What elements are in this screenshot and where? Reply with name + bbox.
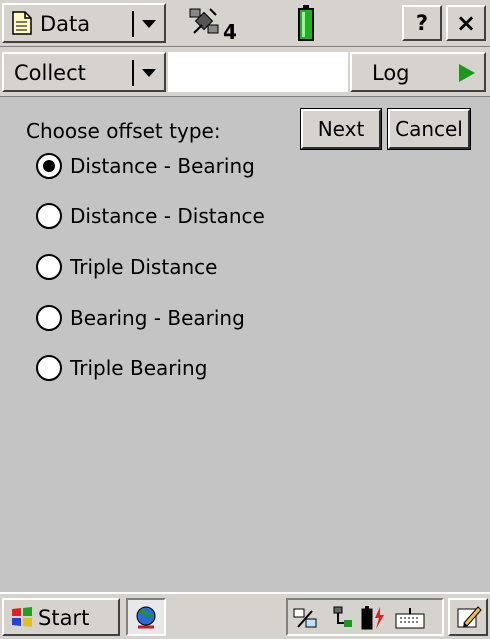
radio-button[interactable] (36, 153, 62, 179)
radio-label: Distance - Distance (70, 204, 265, 228)
chevron-down-icon (142, 20, 156, 28)
radio-option-bearing-bearing[interactable]: Bearing - Bearing (36, 301, 245, 335)
mode-label: Collect (14, 61, 86, 85)
start-label: Start (38, 606, 90, 630)
radio-option-triple-bearing[interactable]: Triple Bearing (36, 351, 207, 385)
prompt-label: Choose offset type: (26, 119, 221, 143)
log-button[interactable]: Log (350, 52, 486, 92)
next-button[interactable]: Next (300, 108, 382, 150)
radio-label: Triple Bearing (70, 356, 208, 380)
radio-button[interactable] (36, 203, 62, 229)
app-menu-button[interactable]: Data (2, 3, 166, 43)
keyboard-tray-icon[interactable] (394, 606, 426, 634)
play-icon (458, 63, 476, 87)
close-button[interactable]: × (446, 5, 486, 41)
windows-flag-icon (10, 606, 34, 632)
radio-button[interactable] (36, 305, 62, 331)
radio-label: Bearing - Bearing (70, 306, 245, 330)
edit-button[interactable] (448, 598, 488, 636)
radio-option-distance-bearing[interactable]: Distance - Bearing (36, 149, 255, 183)
log-label: Log (372, 61, 410, 85)
system-tray (286, 598, 444, 636)
document-icon (12, 11, 32, 39)
satellite-icon[interactable] (188, 5, 222, 39)
pencil-icon (456, 604, 482, 634)
top-status-bar: Data 4 ? × (0, 0, 490, 47)
radio-option-triple-distance[interactable]: Triple Distance (36, 250, 217, 284)
status-field (168, 52, 348, 92)
radio-label: Distance - Bearing (70, 154, 255, 178)
battery-icon[interactable] (297, 4, 315, 42)
offset-type-dialog: Choose offset type: Next Cancel Distance… (0, 97, 490, 592)
globe-icon (134, 605, 158, 633)
app-taskbar-button[interactable] (126, 598, 166, 636)
taskbar: Start (0, 592, 490, 639)
radio-button[interactable] (36, 254, 62, 280)
radio-button[interactable] (36, 355, 62, 381)
radio-label: Triple Distance (70, 255, 218, 279)
power-tray-icon[interactable] (360, 605, 386, 635)
app-menu-label: Data (40, 12, 91, 36)
dropdown-separator (132, 60, 134, 86)
radio-option-distance-distance[interactable]: Distance - Distance (36, 199, 265, 233)
start-button[interactable]: Start (2, 598, 120, 636)
dropdown-separator (132, 11, 134, 37)
chevron-down-icon (142, 69, 156, 77)
menu-bar: Collect Log (0, 47, 490, 97)
help-button[interactable]: ? (402, 5, 442, 41)
satellite-count: 4 (223, 20, 237, 44)
cancel-button[interactable]: Cancel (387, 108, 471, 150)
mode-dropdown[interactable]: Collect (2, 52, 166, 92)
connection-tray-icon[interactable] (330, 605, 354, 635)
satellite-tray-icon[interactable] (292, 605, 320, 635)
